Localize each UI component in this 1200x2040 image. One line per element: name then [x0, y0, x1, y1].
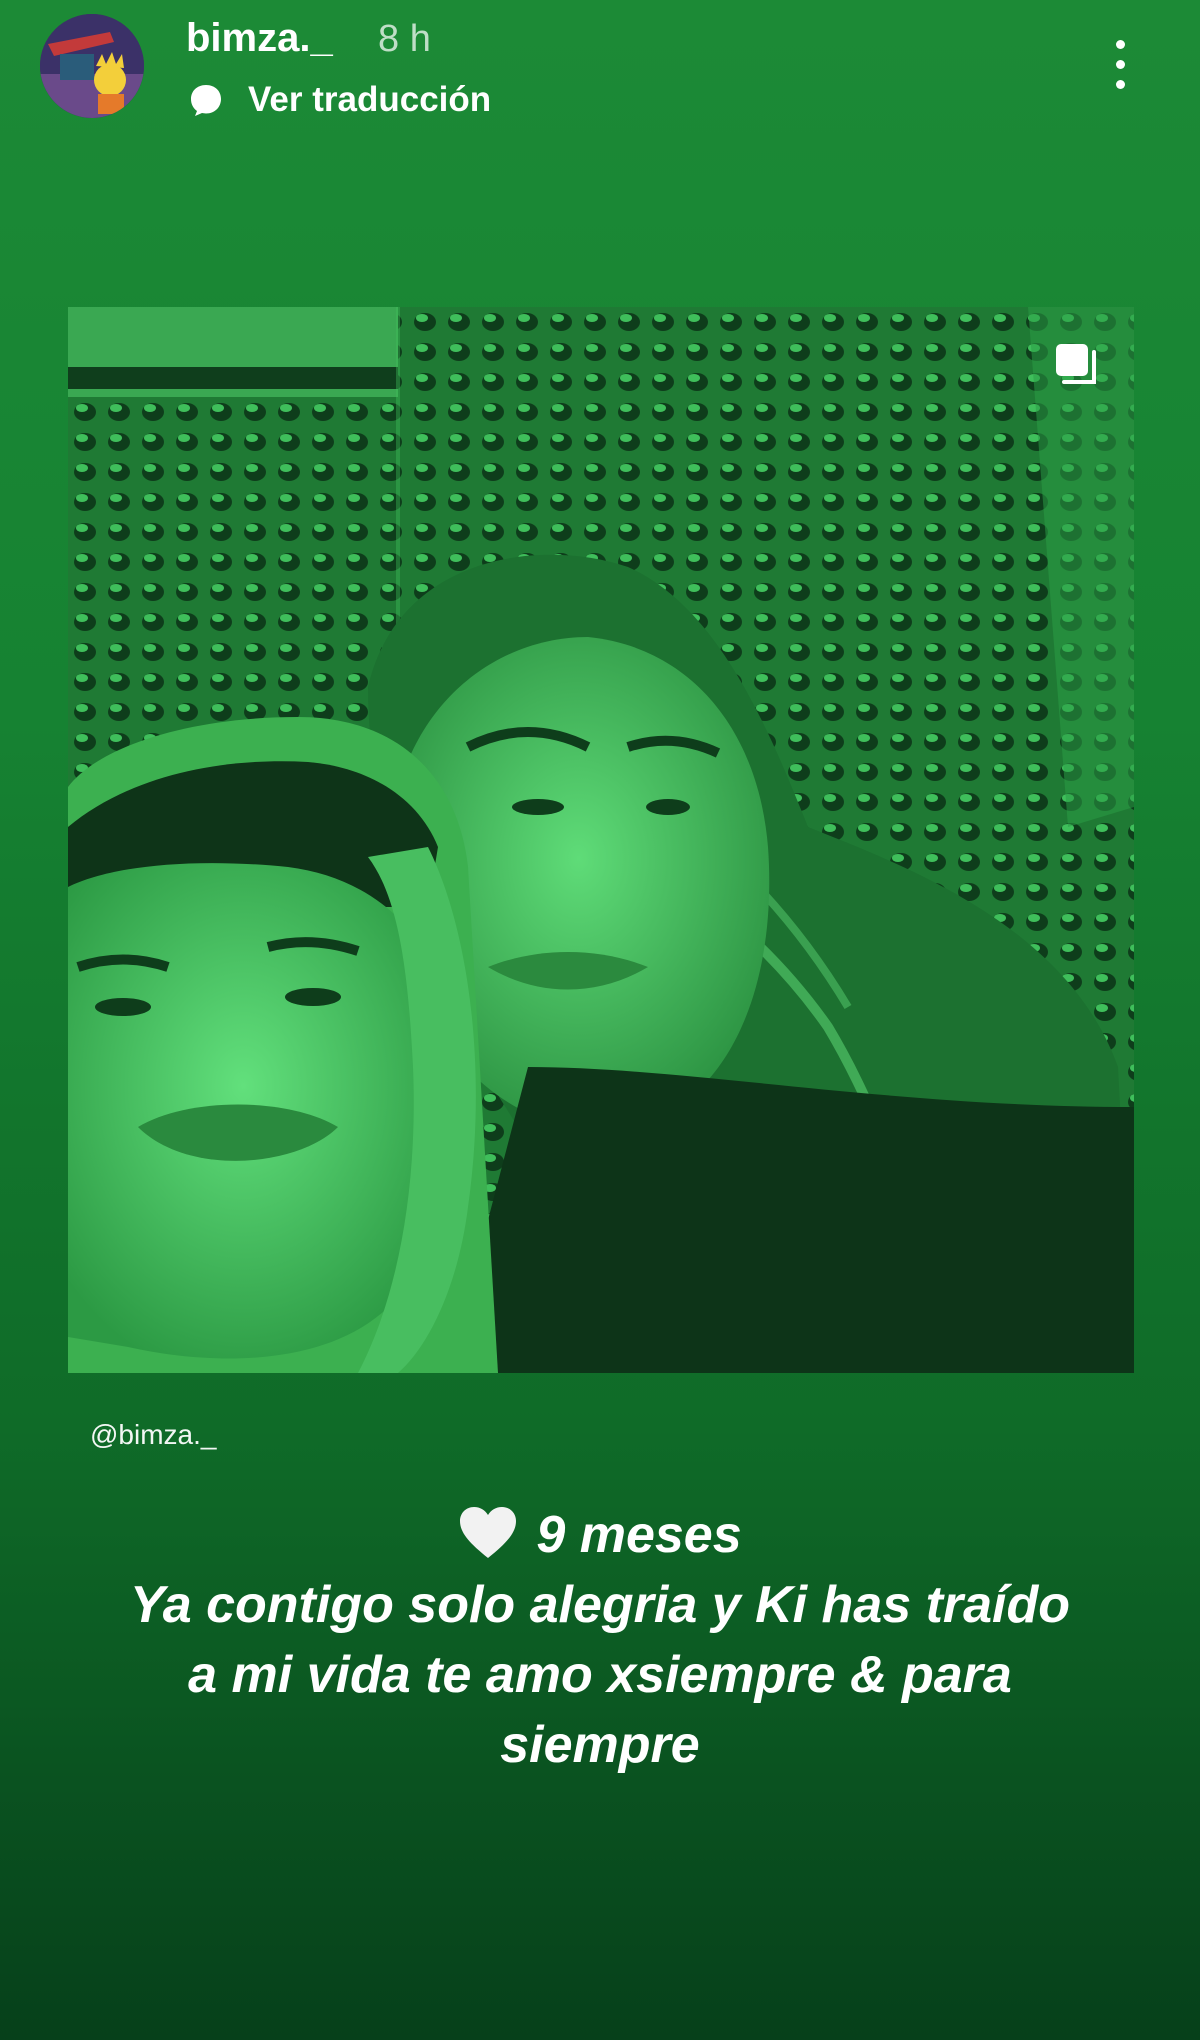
post-time: 8 h	[378, 18, 431, 60]
more-dot	[1116, 40, 1125, 49]
username[interactable]: bimza._	[186, 16, 333, 61]
more-options-icon[interactable]	[1100, 34, 1140, 94]
caption-line-2: Ya contigo solo alegria y Ki has traído	[129, 1576, 1071, 1634]
story-header: bimza._ 8 h Ver traducción	[0, 0, 1200, 140]
white-heart-icon	[460, 1507, 517, 1558]
caption-line-1: 9 meses	[0, 1500, 1200, 1570]
multiple-photos-icon	[1056, 344, 1096, 384]
avatar-image	[40, 14, 144, 118]
caption-line-4: siempre	[500, 1716, 700, 1774]
photo-image	[68, 307, 1134, 1373]
shared-post-photo[interactable]	[68, 307, 1134, 1373]
translate-button[interactable]: Ver traducción	[188, 80, 491, 120]
caption-line-3: a mi vida te amo xsiempre & para	[188, 1646, 1012, 1704]
more-dot	[1116, 60, 1125, 69]
translate-label: Ver traducción	[248, 80, 492, 119]
more-dot	[1116, 80, 1125, 89]
mention-tag[interactable]: @bimza._	[90, 1419, 216, 1451]
caption-text-1: 9 meses	[536, 1506, 742, 1564]
avatar[interactable]	[40, 14, 144, 118]
speech-bubble-icon	[191, 85, 221, 116]
story-caption: 9 meses Ya contigo solo alegria y Ki has…	[0, 1500, 1200, 1780]
